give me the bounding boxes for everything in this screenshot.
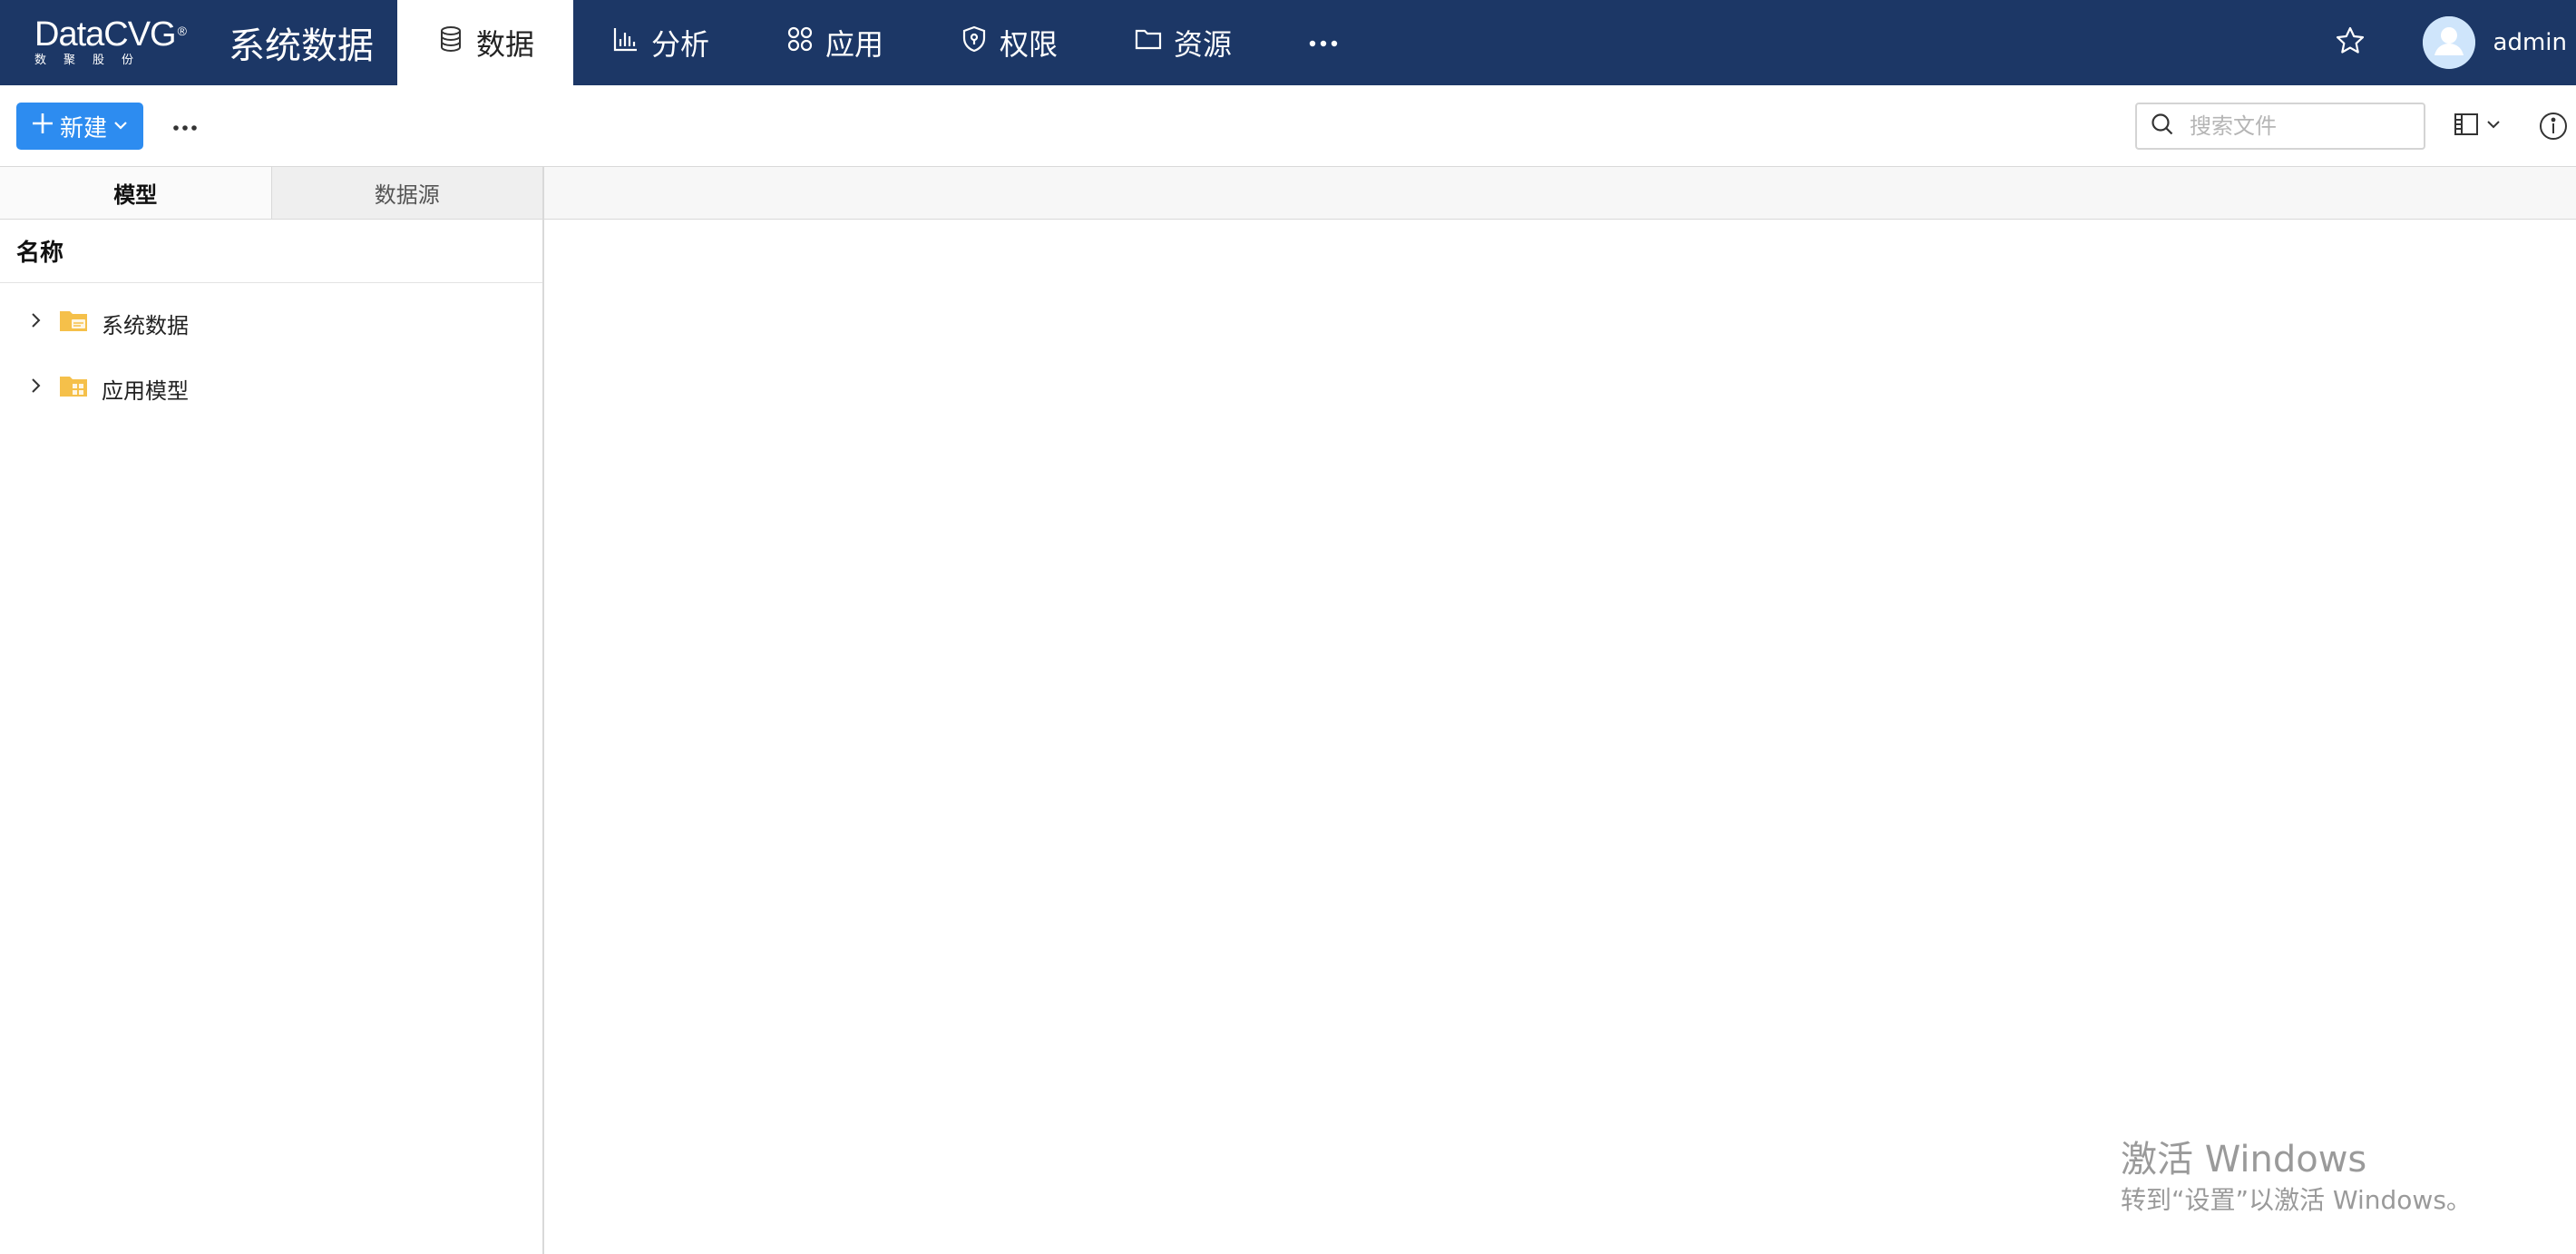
logo-subtitle: 数聚股份	[34, 54, 151, 67]
name-column-header: 名称	[0, 220, 542, 283]
nav-tab-label: 资源	[1174, 27, 1233, 62]
shield-icon	[960, 24, 989, 61]
nav-tab-data[interactable]: 数据	[397, 0, 573, 85]
watermark-subtitle: 转到“设置”以激活 Windows。	[2121, 1185, 2472, 1215]
chevron-down-icon	[112, 113, 129, 140]
info-icon	[2538, 113, 2569, 145]
more-icon	[172, 118, 198, 135]
search-icon	[2150, 112, 2175, 141]
plus-icon	[31, 112, 54, 142]
nav-tab-label: 分析	[651, 27, 710, 62]
system-folder-icon	[58, 305, 89, 341]
tree-node-app-model[interactable]: 应用模型	[0, 356, 542, 421]
search-input[interactable]	[2188, 113, 2405, 140]
top-nav-bar: DataCVG ® 数聚股份 系统数据 数据 分析 应用 权限 资源 admin	[0, 0, 2576, 85]
nav-tab-label: 应用	[825, 27, 884, 62]
nav-tab-resource[interactable]: 资源	[1134, 0, 1232, 85]
tab-model[interactable]: 模型	[0, 167, 272, 219]
nav-tab-permission[interactable]: 权限	[960, 0, 1058, 85]
app-title: 系统数据	[229, 25, 374, 67]
star-icon	[2335, 25, 2366, 60]
new-button[interactable]: 新建	[16, 103, 143, 150]
tree-node-system-data[interactable]: 系统数据	[0, 290, 542, 356]
content-panel	[544, 167, 2576, 1254]
new-button-label: 新建	[59, 114, 107, 142]
content-header	[544, 167, 2576, 220]
user-avatar-icon	[2422, 16, 2475, 69]
username[interactable]: admin	[2493, 29, 2567, 56]
chevron-right-icon[interactable]	[25, 376, 45, 401]
datacvg-logo[interactable]: DataCVG ® 数聚股份	[0, 0, 201, 85]
nav-tab-analysis[interactable]: 分析	[611, 0, 709, 85]
user-avatar[interactable]	[2422, 16, 2475, 69]
search-box[interactable]	[2135, 103, 2425, 150]
toolbar: 新建	[0, 85, 2576, 167]
favorite-button[interactable]	[2332, 24, 2368, 61]
nav-tab-label: 权限	[1000, 27, 1059, 62]
toolbar-more-button[interactable]	[172, 116, 198, 136]
tree-node-label: 系统数据	[102, 312, 189, 338]
watermark-title: 激活 Windows	[2121, 1139, 2367, 1181]
left-panel: 模型 数据源 名称 系统数据 应用模型	[0, 167, 544, 1254]
nav-more-button[interactable]	[1308, 0, 1339, 85]
model-tree: 系统数据 应用模型	[0, 283, 542, 421]
info-button[interactable]	[2538, 111, 2569, 142]
chevron-right-icon[interactable]	[25, 310, 45, 336]
apps-icon	[785, 24, 815, 61]
logo-text: DataCVG	[34, 15, 177, 54]
folder-icon	[1134, 24, 1163, 61]
layout-icon	[2453, 111, 2480, 142]
layout-toggle-button[interactable]	[2453, 111, 2502, 142]
windows-activation-watermark: 激活 Windows 转到“设置”以激活 Windows。	[2121, 1136, 2472, 1218]
panel-tabs: 模型 数据源	[0, 167, 542, 220]
bar-chart-icon	[611, 24, 640, 61]
database-icon	[436, 24, 465, 61]
nav-tab-apps[interactable]: 应用	[785, 0, 883, 85]
app-folder-icon	[58, 370, 89, 407]
logo-registered-mark: ®	[177, 24, 187, 38]
tree-node-label: 应用模型	[102, 377, 189, 404]
tab-datasource[interactable]: 数据源	[271, 167, 542, 219]
chevron-down-icon	[2485, 116, 2502, 136]
top-right-actions: admin	[2332, 0, 2576, 85]
nav-tab-label: 数据	[475, 27, 534, 62]
more-icon	[1308, 34, 1339, 52]
